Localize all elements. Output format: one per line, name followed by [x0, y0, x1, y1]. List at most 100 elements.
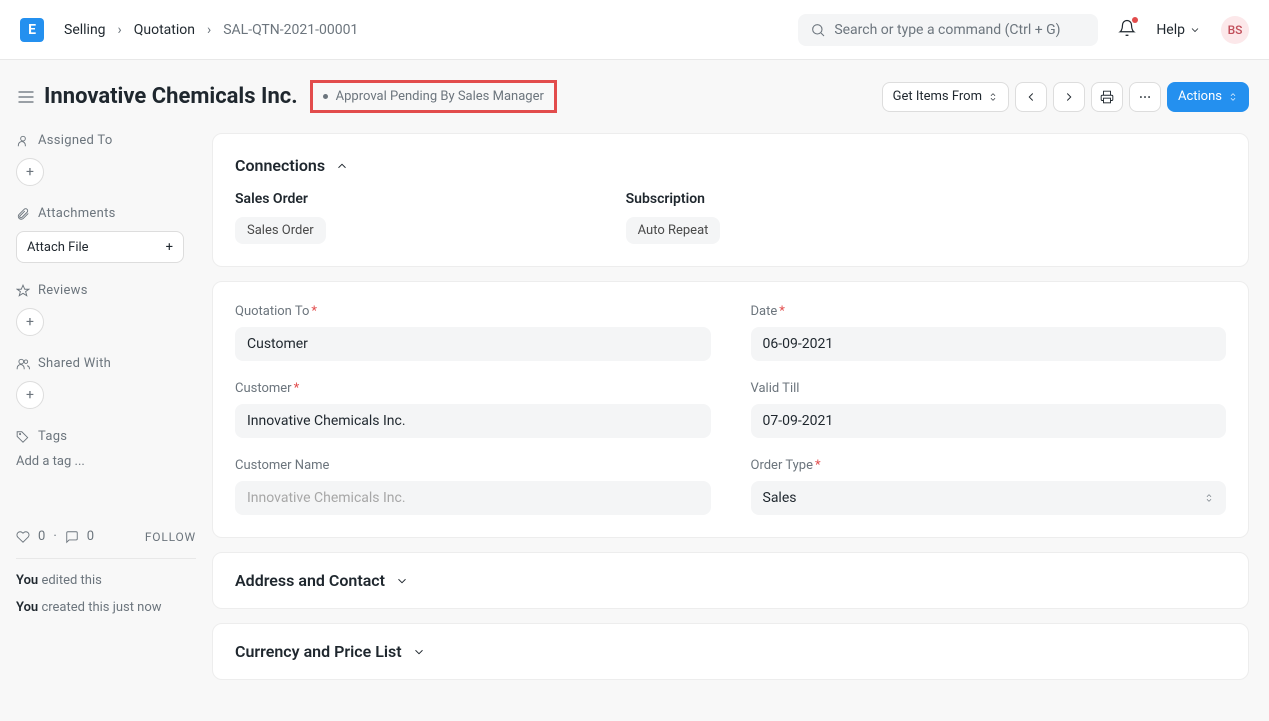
- header-actions: Get Items From Actions: [882, 82, 1249, 112]
- address-contact-card: Address and Contact: [212, 552, 1249, 609]
- activity-item: You edited this: [16, 573, 196, 588]
- chevron-up-icon: [335, 159, 349, 173]
- order-type-value: Sales: [763, 490, 797, 506]
- tags-label: Tags: [38, 429, 67, 444]
- navbar: E Selling › Quotation › SAL-QTN-2021-000…: [0, 0, 1269, 60]
- search-icon: [810, 22, 826, 38]
- page-body: Assigned To + Attachments Attach File + …: [0, 113, 1269, 714]
- printer-icon: [1100, 90, 1114, 104]
- quotation-to-label: Quotation To: [235, 304, 309, 319]
- quotation-to-field: Quotation To* Customer: [235, 304, 711, 361]
- comment-count: 0: [87, 529, 94, 544]
- sales-order-chip[interactable]: Sales Order: [235, 217, 326, 244]
- add-review-button[interactable]: +: [16, 308, 44, 336]
- users-icon: [16, 357, 30, 371]
- status-badge: Approval Pending By Sales Manager: [310, 80, 557, 113]
- currency-price-title: Currency and Price List: [235, 642, 402, 661]
- sidebar-tags: Tags Add a tag ...: [16, 429, 196, 469]
- connections-toggle[interactable]: Connections: [235, 156, 1226, 175]
- user-icon: [16, 134, 30, 148]
- sidebar-attachments: Attachments Attach File +: [16, 206, 196, 263]
- customer-input[interactable]: Innovative Chemicals Inc.: [235, 404, 711, 438]
- print-button[interactable]: [1091, 82, 1123, 112]
- date-label: Date: [751, 304, 778, 319]
- app-logo[interactable]: E: [20, 18, 44, 42]
- address-contact-toggle[interactable]: Address and Contact: [235, 571, 1226, 590]
- help-label: Help: [1156, 22, 1185, 38]
- select-updown-icon: [988, 91, 998, 103]
- date-field: Date* 06-09-2021: [751, 304, 1227, 361]
- comment-icon[interactable]: [65, 530, 79, 544]
- add-tag-input[interactable]: Add a tag ...: [16, 454, 196, 469]
- status-dot-icon: [323, 94, 328, 99]
- prev-button[interactable]: [1015, 82, 1047, 112]
- chevron-right-icon: ›: [118, 22, 122, 38]
- auto-repeat-chip[interactable]: Auto Repeat: [626, 217, 721, 244]
- page-header-row: Innovative Chemicals Inc. Approval Pendi…: [0, 60, 1269, 113]
- tag-icon: [16, 430, 30, 444]
- select-updown-icon: [1228, 91, 1238, 103]
- get-items-from-button[interactable]: Get Items From: [882, 82, 1009, 112]
- customer-name-field: Customer Name Innovative Chemicals Inc.: [235, 458, 711, 515]
- shared-with-label: Shared With: [38, 356, 111, 371]
- separator-dot: ·: [53, 529, 56, 544]
- valid-till-label: Valid Till: [751, 381, 800, 396]
- chevron-right-icon: [1062, 90, 1076, 104]
- user-avatar[interactable]: BS: [1221, 16, 1249, 44]
- like-count: 0: [38, 529, 45, 544]
- chevron-down-icon: [1189, 24, 1201, 36]
- order-type-field: Order Type* Sales: [751, 458, 1227, 515]
- sidebar-assigned-to: Assigned To +: [16, 133, 196, 186]
- assigned-to-label: Assigned To: [38, 133, 113, 148]
- notifications-button[interactable]: [1118, 19, 1136, 41]
- breadcrumb: Selling › Quotation › SAL-QTN-2021-00001: [64, 22, 358, 38]
- customer-name-label: Customer Name: [235, 458, 329, 473]
- chevron-right-icon: ›: [207, 22, 211, 38]
- customer-field: Customer* Innovative Chemicals Inc.: [235, 381, 711, 438]
- help-button[interactable]: Help: [1156, 22, 1201, 38]
- page-title: Innovative Chemicals Inc.: [44, 84, 298, 109]
- attach-file-button[interactable]: Attach File +: [16, 231, 184, 263]
- get-items-label: Get Items From: [893, 89, 982, 104]
- chevron-left-icon: [1024, 90, 1038, 104]
- navbar-right: Search or type a command (Ctrl + G) Help…: [798, 14, 1249, 46]
- status-text: Approval Pending By Sales Manager: [336, 89, 544, 104]
- sidebar-reviews: Reviews +: [16, 283, 196, 336]
- valid-till-field: Valid Till 07-09-2021: [751, 381, 1227, 438]
- date-input[interactable]: 06-09-2021: [751, 327, 1227, 361]
- follow-button[interactable]: FOLLOW: [145, 530, 196, 544]
- paperclip-icon: [16, 207, 30, 221]
- quotation-to-input[interactable]: Customer: [235, 327, 711, 361]
- activity-item: You created this just now: [16, 600, 196, 615]
- search-input[interactable]: Search or type a command (Ctrl + G): [798, 14, 1098, 46]
- sidebar-shared-with: Shared With +: [16, 356, 196, 409]
- more-menu-button[interactable]: [1129, 82, 1161, 112]
- star-icon: [16, 284, 30, 298]
- customer-name-input[interactable]: Innovative Chemicals Inc.: [235, 481, 711, 515]
- breadcrumb-quotation[interactable]: Quotation: [134, 22, 195, 38]
- ellipsis-icon: [1138, 90, 1152, 104]
- add-share-button[interactable]: +: [16, 381, 44, 409]
- menu-toggle-icon[interactable]: [16, 87, 36, 107]
- details-card: Quotation To* Customer Date* 06-09-2021 …: [212, 281, 1249, 538]
- order-type-label: Order Type: [751, 458, 813, 473]
- connection-sales-order: Sales Order Sales Order: [235, 191, 326, 244]
- subscription-label: Subscription: [626, 191, 721, 207]
- currency-price-toggle[interactable]: Currency and Price List: [235, 642, 1226, 661]
- sidebar: Assigned To + Attachments Attach File + …: [0, 113, 212, 714]
- next-button[interactable]: [1053, 82, 1085, 112]
- valid-till-input[interactable]: 07-09-2021: [751, 404, 1227, 438]
- engagement-row: 0 · 0 FOLLOW: [16, 529, 196, 559]
- add-assignee-button[interactable]: +: [16, 158, 44, 186]
- order-type-select[interactable]: Sales: [751, 481, 1227, 515]
- customer-label: Customer: [235, 381, 292, 396]
- sales-order-label: Sales Order: [235, 191, 326, 207]
- breadcrumb-selling[interactable]: Selling: [64, 22, 106, 38]
- actions-button[interactable]: Actions: [1167, 82, 1249, 112]
- notification-dot: [1132, 17, 1138, 23]
- heart-icon[interactable]: [16, 530, 30, 544]
- breadcrumb-current: SAL-QTN-2021-00001: [223, 22, 358, 38]
- attachments-label: Attachments: [38, 206, 116, 221]
- main-content: Connections Sales Order Sales Order Subs…: [212, 113, 1269, 714]
- chevron-down-icon: [412, 645, 426, 659]
